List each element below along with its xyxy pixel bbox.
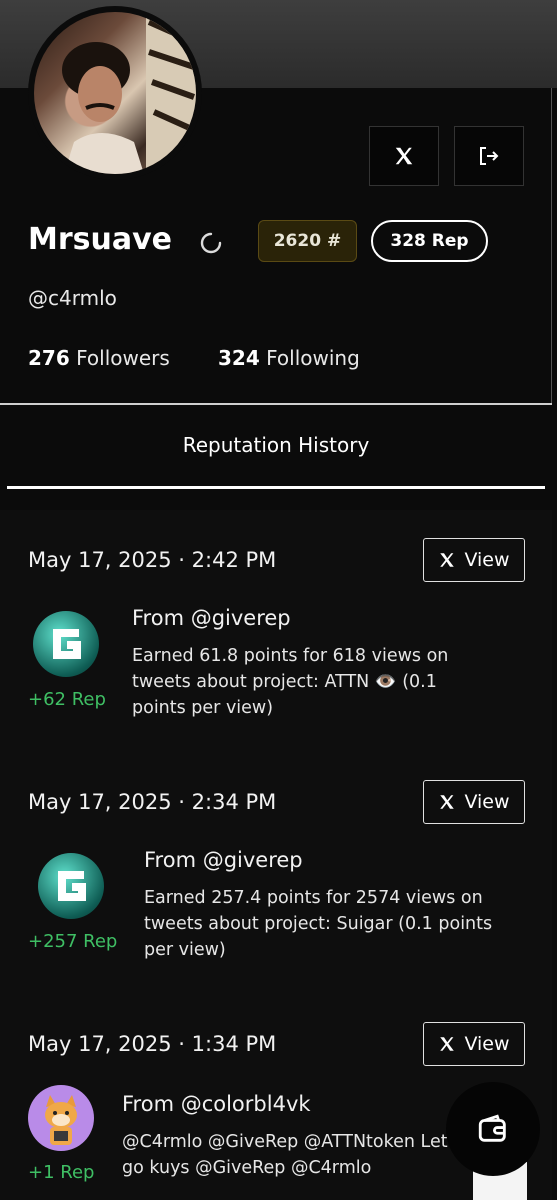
- logout-icon: [480, 147, 499, 165]
- rep-amount: +62 Rep: [28, 689, 106, 710]
- followers-label: Followers: [76, 346, 170, 370]
- logout-button[interactable]: [454, 126, 524, 186]
- x-logo-icon: [440, 553, 455, 567]
- history-entry: May 17, 2025 · 2:34 PM View +257 Rep Fro…: [0, 752, 552, 995]
- entry-date: May 17, 2025: [28, 790, 172, 814]
- following-stat[interactable]: 324 Following: [218, 346, 360, 370]
- view-tweet-button[interactable]: View: [423, 538, 525, 582]
- entry-datetime: May 17, 2025 · 2:42 PM: [28, 548, 276, 572]
- view-label: View: [464, 1033, 510, 1055]
- active-tab-indicator: [7, 486, 545, 489]
- entry-datetime: May 17, 2025 · 2:34 PM: [28, 790, 276, 814]
- entry-time: 2:42 PM: [191, 548, 277, 572]
- avatar-portrait: [62, 12, 196, 174]
- entry-time: 2:34 PM: [191, 790, 277, 814]
- entry-date: May 17, 2025: [28, 1032, 172, 1056]
- profile-name: Mrsuave: [28, 222, 173, 257]
- rank-badge[interactable]: 2620 #: [258, 220, 357, 262]
- x-logo-icon: [440, 1037, 455, 1051]
- view-label: View: [464, 791, 510, 813]
- entry-description: Earned 61.8 points for 618 views on twee…: [132, 646, 449, 718]
- separator-dot: ·: [178, 790, 192, 814]
- entry-datetime: May 17, 2025 · 1:34 PM: [28, 1032, 276, 1056]
- x-logo-icon: [440, 795, 455, 809]
- rep-amount: +257 Rep: [28, 931, 118, 952]
- wallet-icon: [478, 1114, 506, 1142]
- rank-symbol: #: [327, 231, 342, 251]
- view-tweet-button[interactable]: View: [423, 780, 525, 824]
- wallet-button[interactable]: [446, 1082, 540, 1176]
- followers-stat[interactable]: 276 Followers: [28, 346, 170, 370]
- giverep-logo-icon[interactable]: [38, 853, 104, 919]
- tab-reputation-history[interactable]: Reputation History: [0, 433, 552, 457]
- giverep-logo-icon[interactable]: [33, 611, 99, 677]
- entry-source[interactable]: From @colorbl4vk: [122, 1092, 311, 1116]
- entry-source[interactable]: From @giverep: [132, 606, 291, 630]
- g-letter-icon: [58, 871, 86, 901]
- loading-spinner-icon: [200, 232, 222, 254]
- separator-dot: ·: [178, 548, 192, 572]
- separator-dot: ·: [178, 1032, 192, 1056]
- entry-description: @C4rmlo @GiveRep @ATTNtoken Let's go kuy…: [122, 1132, 462, 1178]
- rep-amount: +1 Rep: [28, 1162, 95, 1183]
- profile-edge: [551, 88, 552, 404]
- following-label: Following: [266, 346, 360, 370]
- shiba-dog-icon: [45, 1095, 77, 1145]
- g-letter-icon: [53, 629, 81, 659]
- rep-badge[interactable]: 328 Rep: [371, 220, 488, 262]
- x-logo-icon: [395, 147, 413, 165]
- view-tweet-button[interactable]: View: [423, 1022, 525, 1066]
- x-profile-button[interactable]: [369, 126, 439, 186]
- following-count: 324: [218, 346, 260, 370]
- avatar[interactable]: [34, 12, 196, 174]
- view-label: View: [464, 549, 510, 571]
- followers-count: 276: [28, 346, 70, 370]
- history-entry: May 17, 2025 · 2:42 PM View +62 Rep From…: [0, 510, 552, 753]
- user-avatar-icon[interactable]: [28, 1085, 94, 1151]
- entry-date: May 17, 2025: [28, 548, 172, 572]
- section-divider: [0, 403, 552, 405]
- rank-value: 2620: [273, 231, 322, 251]
- profile-handle: @c4rmlo: [28, 286, 117, 310]
- entry-source[interactable]: From @giverep: [144, 848, 303, 872]
- entry-description: Earned 257.4 points for 2574 views on tw…: [144, 888, 493, 960]
- entry-time: 1:34 PM: [191, 1032, 277, 1056]
